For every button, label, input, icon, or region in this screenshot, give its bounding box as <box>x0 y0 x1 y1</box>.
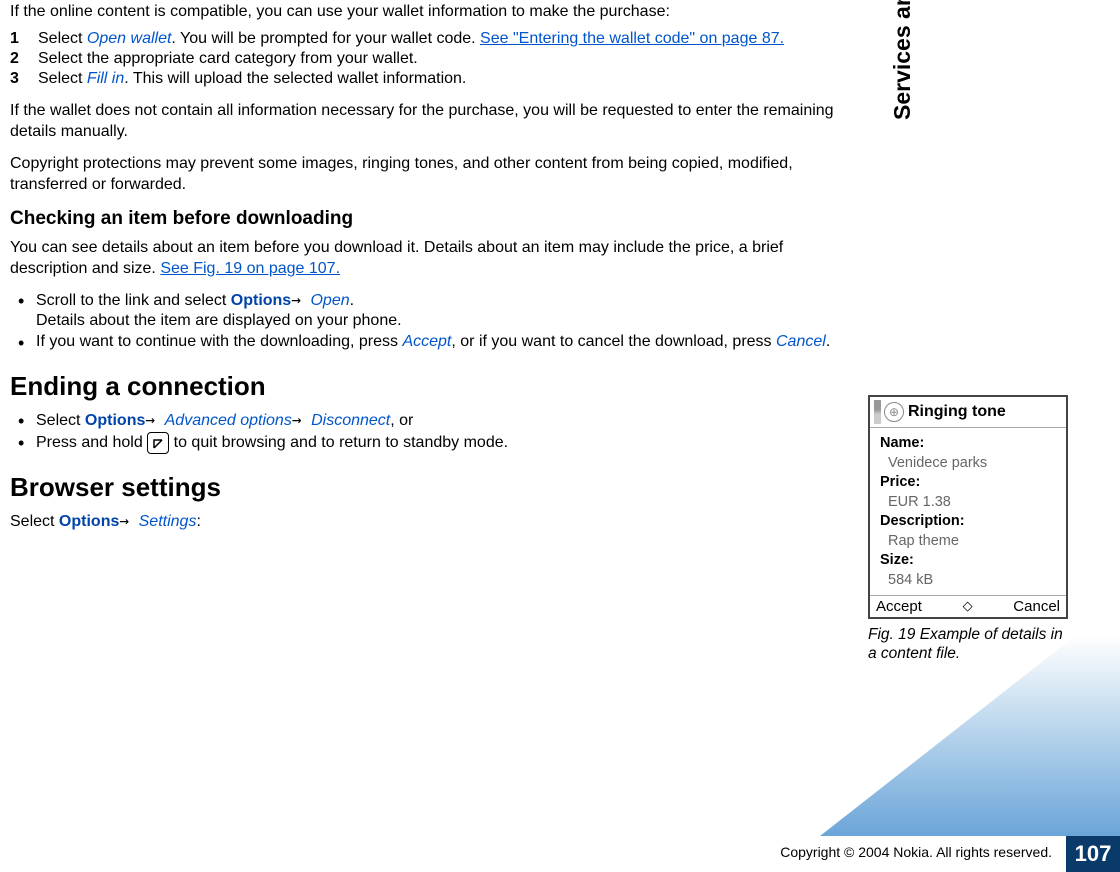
ending-heading: Ending a connection <box>10 371 860 402</box>
checking-bullets: Scroll to the link and select Options→ O… <box>14 290 860 353</box>
eb1-before: Select <box>36 412 85 429</box>
phone-title: Ringing tone <box>908 403 1006 421</box>
step1-before: Select <box>38 30 87 47</box>
side-tab-wrapper: Services and Applications <box>1078 0 1120 872</box>
price-value: EUR 1.38 <box>880 493 1060 513</box>
eb1-after: , or <box>390 412 413 429</box>
cb1-before: Scroll to the link and select <box>36 292 231 309</box>
cancel-softkey[interactable]: Cancel <box>1013 598 1060 615</box>
checking-heading: Checking an item before downloading <box>10 208 860 230</box>
step-number: 1 <box>10 29 19 49</box>
section-side-tab: Services and Applications <box>889 0 916 120</box>
fill-in-action: Fill in <box>87 70 124 87</box>
end-key-icon <box>147 432 169 454</box>
settings-action: Settings <box>139 513 197 530</box>
figure-19: ⊕ Ringing tone Name: Venidece parks Pric… <box>868 395 1072 663</box>
step3-before: Select <box>38 70 87 87</box>
globe-icon: ⊕ <box>884 402 904 422</box>
step-number: 3 <box>10 69 19 89</box>
open-action: Open <box>310 292 349 309</box>
browser-line: Select Options→ Settings: <box>10 511 860 533</box>
checking-bullet-2: If you want to continue with the downloa… <box>14 332 860 353</box>
ending-bullet-2: Press and hold to quit browsing and to r… <box>14 432 860 454</box>
arrow-icon: → <box>291 290 310 309</box>
copyright-footer: Copyright © 2004 Nokia. All rights reser… <box>780 844 1052 860</box>
copyright-note: Copyright protections may prevent some i… <box>10 154 860 196</box>
description-value: Rap theme <box>880 532 1060 552</box>
signal-icon <box>874 400 881 424</box>
size-value: 584 kB <box>880 571 1060 591</box>
accept-softkey[interactable]: Accept <box>876 598 922 615</box>
step-2: 2 Select the appropriate card category f… <box>10 49 860 69</box>
intro-text: If the online content is compatible, you… <box>10 2 860 23</box>
options-label: Options <box>231 292 291 309</box>
size-label: Size: <box>880 552 914 568</box>
step1-after: . You will be prompted for your wallet c… <box>171 30 480 47</box>
cb2-before: If you want to continue with the downloa… <box>36 333 402 350</box>
browser-after: : <box>196 513 200 530</box>
step2-text: Select the appropriate card category fro… <box>38 50 418 67</box>
ending-bullets: Select Options→ Advanced options→ Discon… <box>14 410 860 454</box>
accept-action: Accept <box>402 333 451 350</box>
nav-diamond-icon: ◇ <box>963 598 973 614</box>
checking-bullet-1: Scroll to the link and select Options→ O… <box>14 290 860 333</box>
cb1-line2: Details about the item are displayed on … <box>36 312 402 329</box>
arrow-icon: → <box>145 410 164 429</box>
eb2-after: to quit browsing and to return to standb… <box>169 434 508 451</box>
cb2-after: . <box>826 333 830 350</box>
cb2-mid: , or if you want to cancel the download,… <box>451 333 776 350</box>
cancel-action: Cancel <box>776 333 826 350</box>
price-label: Price: <box>880 474 920 490</box>
wallet-note: If the wallet does not contain all infor… <box>10 101 860 143</box>
advanced-options-action: Advanced options <box>165 412 292 429</box>
description-label: Description: <box>880 513 965 529</box>
checking-intro: You can see details about an item before… <box>10 238 860 280</box>
disconnect-action: Disconnect <box>311 412 390 429</box>
arrow-icon: → <box>292 410 311 429</box>
browser-heading: Browser settings <box>10 472 860 503</box>
arrow-icon: → <box>119 511 138 530</box>
eb2-before: Press and hold <box>36 434 147 451</box>
open-wallet-action: Open wallet <box>87 30 172 47</box>
phone-softkeys: Accept ◇ Cancel <box>870 595 1066 617</box>
cb1-after: . <box>350 292 354 309</box>
phone-titlebar: ⊕ Ringing tone <box>870 397 1066 428</box>
phone-screenshot: ⊕ Ringing tone Name: Venidece parks Pric… <box>868 395 1068 619</box>
ending-bullet-1: Select Options→ Advanced options→ Discon… <box>14 410 860 432</box>
figure-caption: Fig. 19 Example of details in a content … <box>868 625 1072 664</box>
step3-after: . This will upload the selected wallet i… <box>124 70 466 87</box>
step-number: 2 <box>10 49 19 69</box>
decorative-gradient <box>820 636 1120 836</box>
step-1: 1 Select Open wallet. You will be prompt… <box>10 29 860 49</box>
checking-intro-text: You can see details about an item before… <box>10 239 783 277</box>
page-number: 107 <box>1066 836 1120 872</box>
step-3: 3 Select Fill in. This will upload the s… <box>10 69 860 89</box>
phone-body: Name: Venidece parks Price: EUR 1.38 Des… <box>870 428 1066 595</box>
options-label: Options <box>85 412 145 429</box>
name-label: Name: <box>880 435 924 451</box>
wallet-code-link[interactable]: See "Entering the wallet code" on page 8… <box>480 30 784 47</box>
numbered-steps: 1 Select Open wallet. You will be prompt… <box>10 29 860 89</box>
name-value: Venidece parks <box>880 454 1060 474</box>
fig-19-link[interactable]: See Fig. 19 on page 107. <box>160 260 340 277</box>
browser-before: Select <box>10 513 59 530</box>
options-label: Options <box>59 513 119 530</box>
